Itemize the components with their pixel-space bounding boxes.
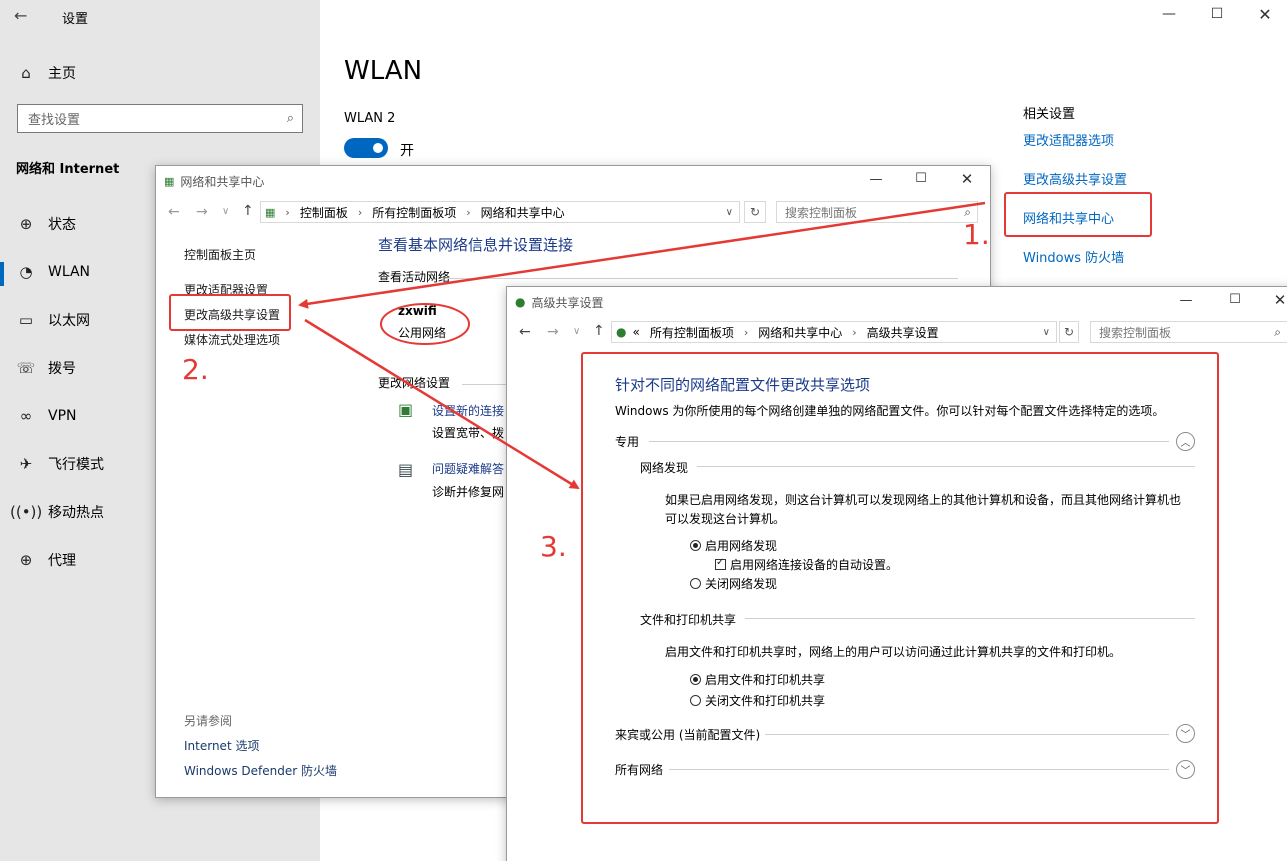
highlight-advanced-sharing-link bbox=[169, 294, 291, 331]
step-2-label: 2. bbox=[182, 353, 209, 386]
arrow-step1-to-step2 bbox=[298, 201, 986, 309]
highlight-network-sharing-center bbox=[1004, 192, 1152, 237]
step-1-label: 1. bbox=[963, 218, 990, 251]
highlight-network-type bbox=[380, 303, 470, 345]
highlight-sharing-options bbox=[581, 352, 1219, 824]
arrow-step2-to-step3 bbox=[304, 318, 580, 490]
step-3-label: 3. bbox=[540, 530, 567, 563]
